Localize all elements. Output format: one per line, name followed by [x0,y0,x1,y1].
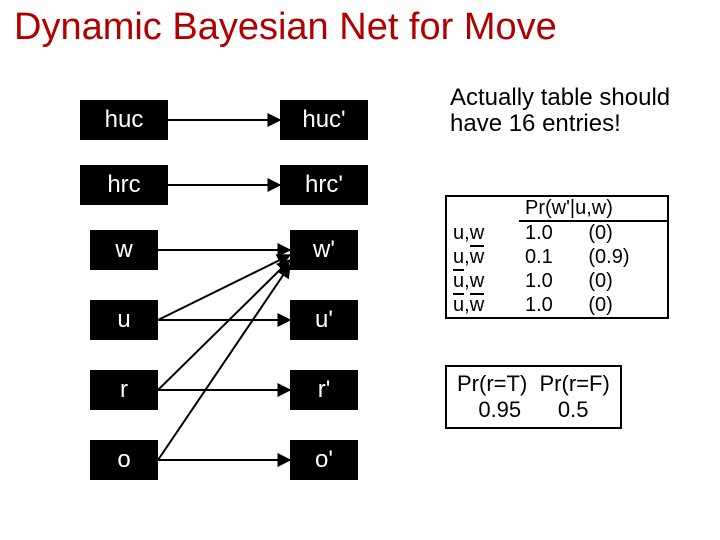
pr-r-f-label: Pr(r=F) [540,371,610,396]
page-title: Dynamic Bayesian Net for Move [14,6,557,49]
cpt-r1-p: 0.1 [519,245,582,269]
cpt-r0-p: 1.0 [519,221,582,245]
cpt-r1-u: u [453,246,464,268]
note-text: Actually table should have 16 entries! [450,85,680,138]
cpt-r1-w: w [470,245,484,266]
cpt-r2-p: 1.0 [519,269,582,293]
node-huc-p: huc' [280,100,368,140]
pr-r-t-val: 0.95 [478,397,521,422]
cpt-r0-u: u [453,222,464,244]
node-u-p: u' [290,300,358,340]
node-hrc-p: hrc' [280,165,368,205]
cpt-r2-w: w [470,270,484,292]
node-w-p: w' [290,230,358,270]
cpt-r2-q: (0) [582,269,667,293]
cpt-r3-w: w [470,293,484,314]
cpt-r1-q: (0.9) [582,245,667,269]
node-r-p: r' [290,370,358,410]
node-o: o [90,440,158,480]
pr-r-t-label: Pr(r=T) [457,371,527,396]
cpt-r0-q: (0) [582,221,667,245]
node-r: r [90,370,158,410]
cpt-r3-q: (0) [582,293,667,317]
cpt-r2-u: u [453,269,464,290]
cpt-header: Pr(w'|u,w) [519,197,667,221]
node-u: u [90,300,158,340]
pr-r-f-val: 0.5 [558,397,589,422]
node-w: w [90,230,158,270]
cpt-r3-p: 1.0 [519,293,582,317]
cpt-table: Pr(w'|u,w) u,w 1.0 (0) u,w 0.1 (0.9) u,w… [445,195,669,319]
pr-r-box: Pr(r=T) Pr(r=F) 0.95 0.5 [445,365,622,429]
cpt-r0-w: w [470,222,484,244]
node-hrc: hrc [80,165,168,205]
node-o-p: o' [290,440,358,480]
node-huc: huc [80,100,168,140]
cpt-r3-u: u [453,293,464,314]
